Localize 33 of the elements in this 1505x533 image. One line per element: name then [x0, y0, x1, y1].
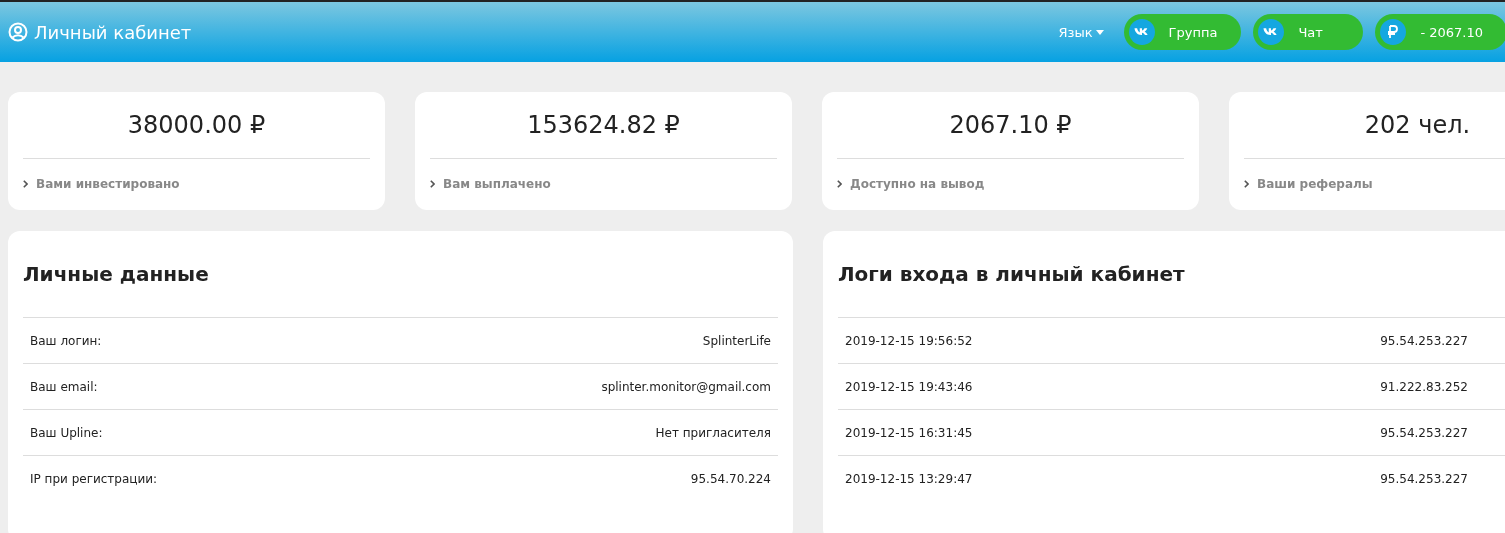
- chevron-icon: [23, 180, 28, 188]
- language-dropdown[interactable]: Язык: [1058, 24, 1104, 40]
- table-cell: splinter.monitor@gmail.com: [601, 379, 771, 394]
- table-cell: 95.54.253.227: [1380, 471, 1468, 486]
- stat-value: 153624.82 ₽: [430, 92, 777, 159]
- table-cell: 91.222.83.252: [1380, 379, 1468, 394]
- stat-label: Доступно на вывод: [850, 177, 985, 191]
- table-cell: IP при регистрации:: [30, 471, 158, 486]
- panel-title: Личные данные: [23, 231, 778, 318]
- page-title: Личный кабинет: [34, 21, 192, 43]
- table-cell: 2019-12-15 19:43:46: [845, 379, 973, 394]
- table-cell: 2019-12-15 19:56:52: [845, 333, 973, 348]
- stat-label: Вами инвестировано: [36, 177, 180, 191]
- chevron-icon: [1244, 180, 1249, 188]
- stat-value: 2067.10 ₽: [837, 92, 1184, 159]
- stat-value: 202 чел.: [1244, 92, 1505, 159]
- table-cell: 2019-12-15 13:29:47: [845, 471, 973, 486]
- table-cell: Ваш Upline:: [30, 425, 103, 440]
- stat-label: Вам выплачено: [443, 177, 551, 191]
- panel-title: Логи входа в личный кабинет: [838, 231, 1505, 318]
- user-circle-icon: [8, 22, 28, 42]
- table-cell: Нет пригласителя: [655, 425, 771, 440]
- table-cell: Ваш email:: [30, 379, 98, 394]
- table-cell: 2019-12-15 16:31:45: [845, 425, 973, 440]
- stat-label: Ваши рефералы: [1257, 177, 1373, 191]
- table-cell: 95.54.253.227: [1380, 425, 1468, 440]
- table-cell: 95.54.70.224: [690, 471, 771, 486]
- table-cell: Ваш логин:: [30, 333, 102, 348]
- table-cell: SplinterLife: [702, 333, 771, 348]
- chevron-icon: [430, 180, 435, 188]
- stat-value: 38000.00 ₽: [23, 92, 370, 159]
- chevron-icon: [837, 180, 842, 188]
- table-cell: 95.54.253.227: [1380, 333, 1468, 348]
